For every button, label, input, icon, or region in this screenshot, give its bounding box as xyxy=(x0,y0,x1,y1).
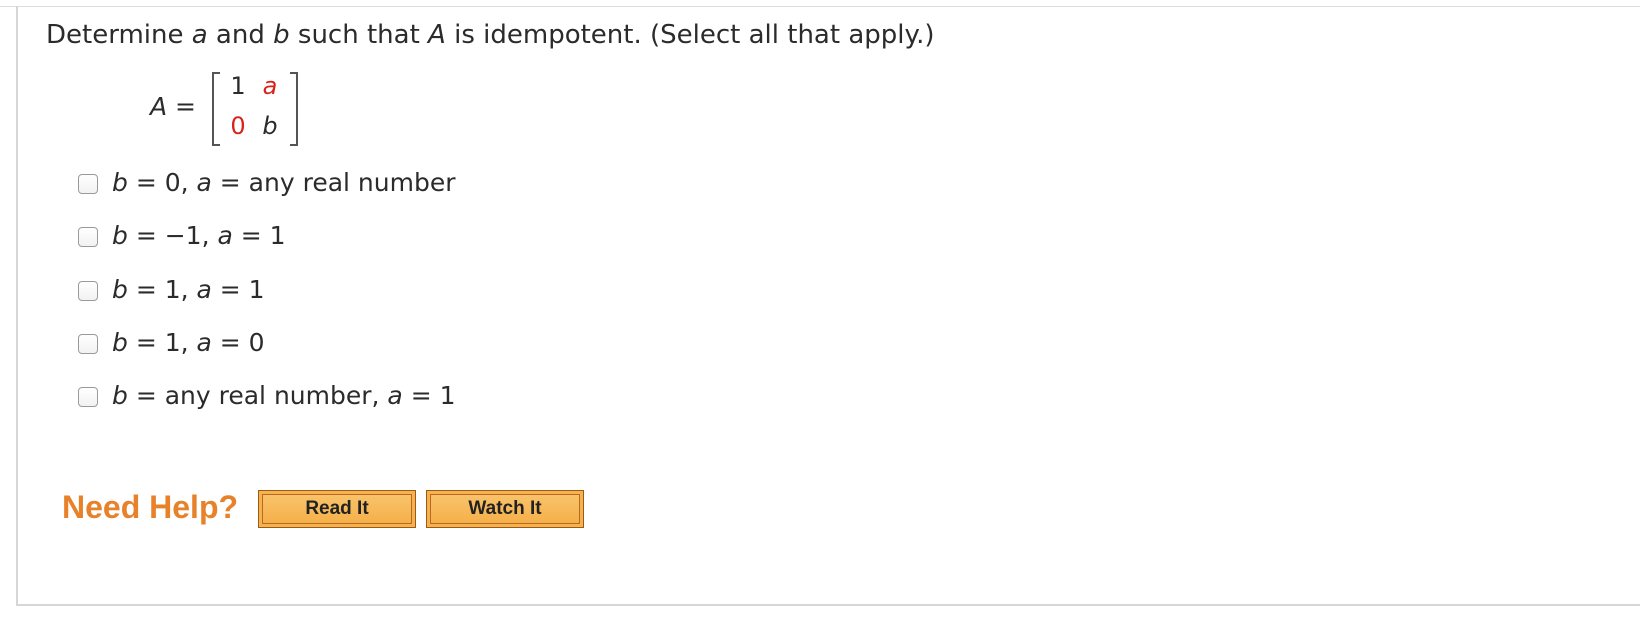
option-5-b-var: b xyxy=(112,381,128,410)
matrix-cell-2-2: b xyxy=(262,112,278,140)
option-4-b-var: b xyxy=(112,328,128,357)
option-3-label[interactable]: b = 1, a = 1 xyxy=(112,275,265,304)
option-2-label[interactable]: b = −1, a = 1 xyxy=(112,221,286,250)
option-5-b-part: = any real number, xyxy=(127,381,388,410)
option-4-label[interactable]: b = 1, a = 0 xyxy=(112,328,265,357)
option-4-b-part: = 1, xyxy=(127,328,197,357)
option-3-b-var: b xyxy=(112,275,128,304)
option-3-a-var: a xyxy=(196,275,212,304)
option-3-checkbox[interactable] xyxy=(78,281,98,301)
read-it-button[interactable]: Read It xyxy=(258,490,416,528)
option-3-b-part: = 1, xyxy=(127,275,197,304)
option-1-label[interactable]: b = 0, a = any real number xyxy=(112,168,455,197)
matrix-lhs: A = xyxy=(150,92,196,121)
question-middle: such that xyxy=(289,20,429,50)
option-2-a-var: a xyxy=(217,221,233,250)
matrix-equals: = xyxy=(167,92,197,121)
matrix-left-bracket xyxy=(212,72,220,146)
matrix-cell-1-2: a xyxy=(262,72,278,100)
option-4-a-part: = 0 xyxy=(211,328,265,357)
question-text: Determine a and b such that A is idempot… xyxy=(46,20,935,50)
need-help-label: Need Help? xyxy=(62,489,239,525)
option-4-checkbox[interactable] xyxy=(78,334,98,354)
question-and: and xyxy=(207,20,274,50)
option-2-b-var: b xyxy=(112,221,128,250)
option-1-a-var: a xyxy=(196,168,212,197)
option-1-b-part: = 0, xyxy=(127,168,197,197)
question-var-a: a xyxy=(191,20,208,50)
option-5-label[interactable]: b = any real number, a = 1 xyxy=(112,381,456,410)
read-it-button-label[interactable]: Read It xyxy=(262,494,412,524)
watch-it-button[interactable]: Watch It xyxy=(426,490,584,528)
option-5-a-part: = 1 xyxy=(402,381,456,410)
option-2-a-part: = 1 xyxy=(232,221,286,250)
option-2-b-part: = −1, xyxy=(127,221,218,250)
option-3-a-part: = 1 xyxy=(211,275,265,304)
question-prefix: Determine xyxy=(46,20,192,50)
matrix-cell-2-1: 0 xyxy=(230,112,246,140)
watch-it-button-label[interactable]: Watch It xyxy=(430,494,580,524)
option-1-checkbox[interactable] xyxy=(78,174,98,194)
question-var-A: A xyxy=(428,20,446,50)
matrix-cell-1-1: 1 xyxy=(230,72,246,100)
question-suffix: is idempotent. (Select all that apply.) xyxy=(445,20,935,50)
matrix-right-bracket xyxy=(290,72,298,146)
option-1-b-var: b xyxy=(112,168,128,197)
option-5-a-var: a xyxy=(387,381,403,410)
question-var-b: b xyxy=(273,20,290,50)
option-4-a-var: a xyxy=(196,328,212,357)
option-5-checkbox[interactable] xyxy=(78,387,98,407)
option-2-checkbox[interactable] xyxy=(78,227,98,247)
option-1-a-part: = any real number xyxy=(211,168,456,197)
matrix-name: A xyxy=(150,92,168,121)
